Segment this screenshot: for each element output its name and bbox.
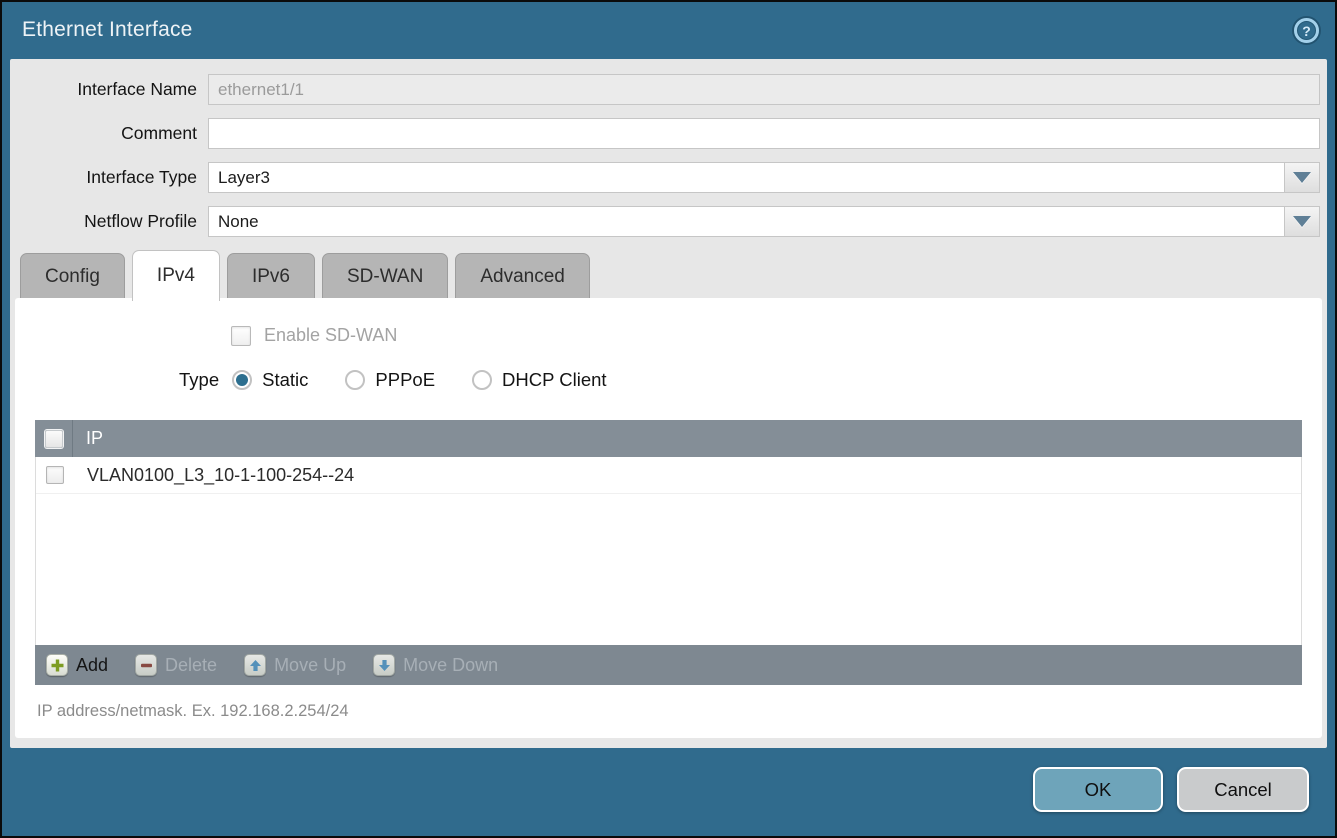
select-all-checkbox[interactable] — [45, 430, 63, 448]
radio-option-pppoe[interactable]: PPPoE — [345, 369, 435, 391]
move-down-button-label: Move Down — [403, 655, 498, 676]
form-row-interface-type: Interface Type Layer3 — [10, 162, 1320, 193]
tab-ipv6[interactable]: IPv6 — [227, 253, 315, 298]
tab-sd-wan[interactable]: SD-WAN — [322, 253, 448, 298]
comment-label: Comment — [10, 123, 208, 144]
tab-bar: Config IPv4 IPv6 SD-WAN Advanced — [10, 250, 1327, 298]
ip-table-body: VLAN0100_L3_10-1-100-254--24 — [35, 457, 1302, 645]
dialog-content: Interface Name Comment Interface Type La… — [10, 59, 1327, 748]
type-radio-group: Type Static PPPoE DHCP Client — [15, 369, 1322, 391]
move-down-button: Move Down — [373, 654, 498, 676]
netflow-profile-dropdown[interactable]: None — [208, 206, 1320, 237]
delete-button: Delete — [135, 654, 217, 676]
interface-type-value[interactable]: Layer3 — [208, 162, 1284, 193]
ip-table: IP VLAN0100_L3_10-1-100-254--24 — [35, 420, 1302, 685]
ip-table-header: IP — [35, 420, 1302, 457]
interface-name-input — [208, 74, 1320, 105]
ipv4-panel: Enable SD-WAN Type Static PPPoE DHCP Cli… — [15, 298, 1322, 738]
plus-icon — [46, 654, 68, 676]
help-icon[interactable]: ? — [1294, 18, 1319, 43]
row-checkbox[interactable] — [46, 466, 64, 484]
chevron-down-icon — [1293, 216, 1311, 227]
ip-format-hint: IP address/netmask. Ex. 192.168.2.254/24 — [37, 702, 1322, 721]
radio-pppoe-icon[interactable] — [345, 370, 365, 390]
form-row-netflow-profile: Netflow Profile None — [10, 206, 1320, 237]
ip-column-header: IP — [73, 428, 103, 449]
chevron-down-icon — [1293, 172, 1311, 183]
ethernet-interface-dialog: Ethernet Interface ? Interface Name Comm… — [0, 0, 1337, 838]
interface-name-label: Interface Name — [10, 79, 208, 100]
radio-pppoe-label: PPPoE — [375, 369, 435, 391]
arrow-up-icon — [244, 654, 266, 676]
move-up-button: Move Up — [244, 654, 346, 676]
form: Interface Name Comment Interface Type La… — [10, 59, 1327, 237]
netflow-profile-dropdown-button[interactable] — [1284, 206, 1320, 237]
comment-input[interactable] — [208, 118, 1320, 149]
netflow-profile-label: Netflow Profile — [10, 211, 208, 232]
tab-advanced[interactable]: Advanced — [455, 253, 590, 298]
enable-sdwan-row: Enable SD-WAN — [15, 298, 1322, 346]
netflow-profile-value[interactable]: None — [208, 206, 1284, 237]
type-label: Type — [179, 369, 219, 391]
tab-config[interactable]: Config — [20, 253, 125, 298]
ip-table-toolbar: Add Delete Move Up — [35, 645, 1302, 685]
delete-button-label: Delete — [165, 655, 217, 676]
enable-sdwan-label: Enable SD-WAN — [264, 325, 397, 346]
radio-dhcp-label: DHCP Client — [502, 369, 607, 391]
enable-sdwan-checkbox — [231, 326, 251, 346]
cancel-button[interactable]: Cancel — [1177, 767, 1309, 812]
ip-row-value[interactable]: VLAN0100_L3_10-1-100-254--24 — [74, 465, 354, 486]
dialog-title: Ethernet Interface — [22, 18, 193, 42]
minus-icon — [135, 654, 157, 676]
add-button-label: Add — [76, 655, 108, 676]
interface-type-label: Interface Type — [10, 167, 208, 188]
table-row[interactable]: VLAN0100_L3_10-1-100-254--24 — [36, 457, 1301, 494]
arrow-down-icon — [373, 654, 395, 676]
move-up-button-label: Move Up — [274, 655, 346, 676]
radio-option-static[interactable]: Static — [232, 369, 308, 391]
form-row-interface-name: Interface Name — [10, 74, 1320, 105]
titlebar: Ethernet Interface ? — [4, 2, 1333, 58]
interface-type-dropdown-button[interactable] — [1284, 162, 1320, 193]
tab-ipv4[interactable]: IPv4 — [132, 250, 220, 301]
radio-static-icon[interactable] — [232, 370, 252, 390]
interface-type-dropdown[interactable]: Layer3 — [208, 162, 1320, 193]
add-button[interactable]: Add — [46, 654, 108, 676]
ok-button[interactable]: OK — [1033, 767, 1163, 812]
form-row-comment: Comment — [10, 118, 1320, 149]
radio-static-label: Static — [262, 369, 308, 391]
radio-option-dhcp-client[interactable]: DHCP Client — [472, 369, 607, 391]
radio-dhcp-icon[interactable] — [472, 370, 492, 390]
